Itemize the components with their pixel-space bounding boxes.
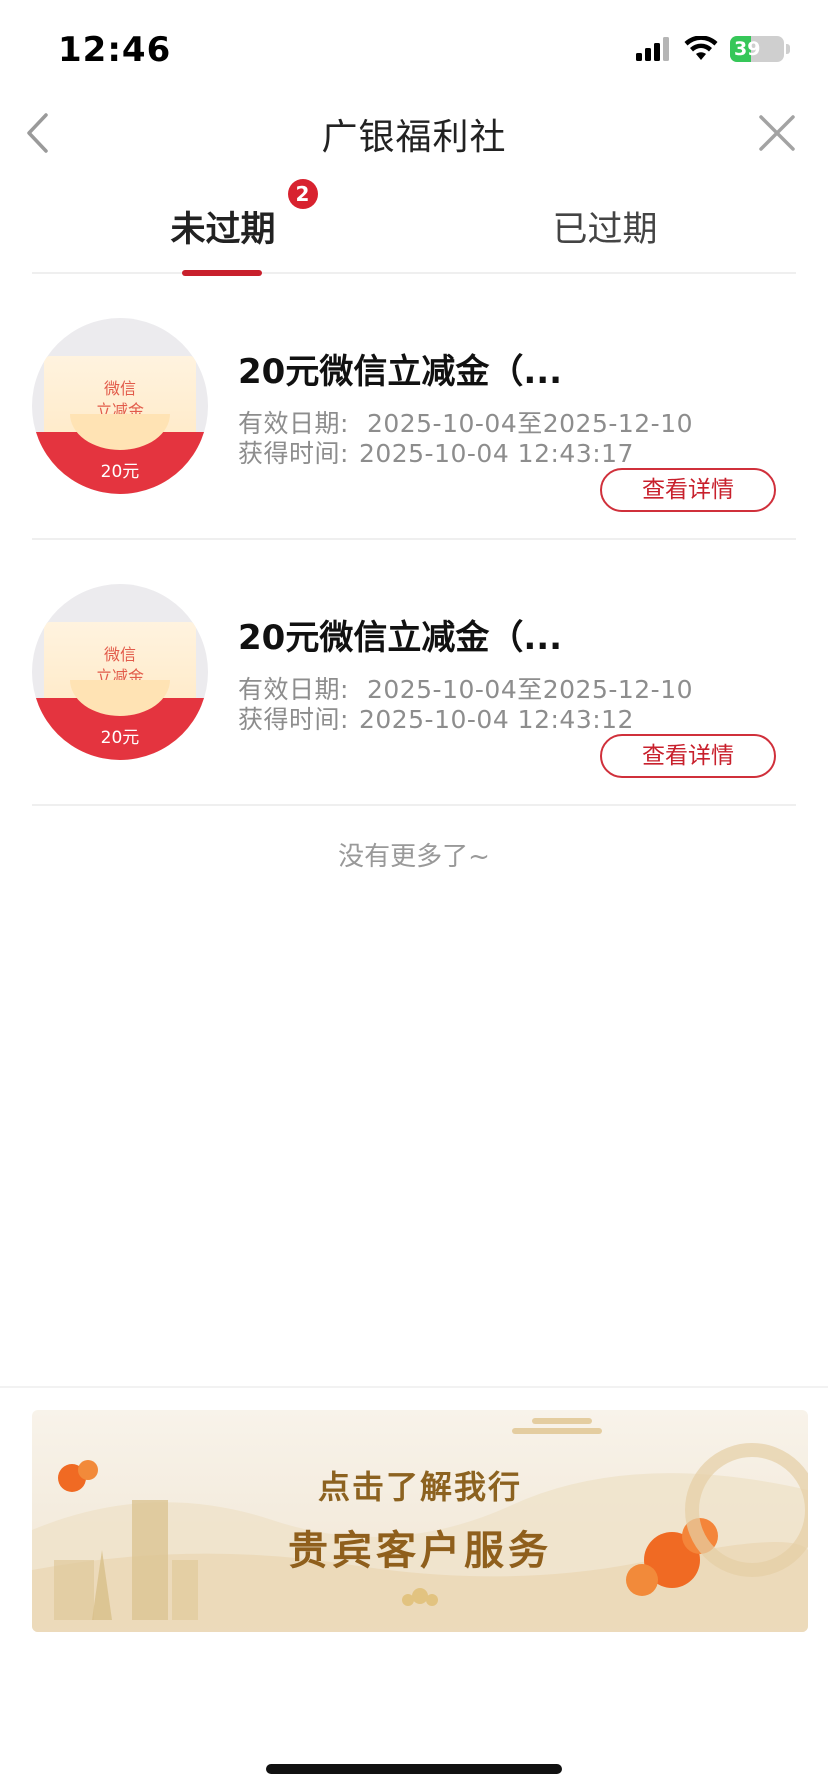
close-button[interactable] [750,106,804,160]
wifi-icon [684,36,718,60]
tab-unexpired[interactable]: 未过期 2 [32,170,414,276]
battery-nub [786,44,790,54]
footer-divider [0,1386,828,1388]
coupon-title: 20元微信立减金（... [238,352,563,392]
status-bar: 12:46 39 [0,0,828,96]
status-icons: 39 [636,34,790,64]
coupon-obtained-time: 获得时间: 2025-10-04 12:43:17 [238,434,634,470]
tab-unexpired-wrap: 未过期 2 [170,178,318,252]
tab-unexpired-label: 未过期 [170,209,276,250]
obtained-time-label: 获得时间: [238,705,349,734]
tab-bar: 未过期 2 已过期 [32,170,796,276]
tab-expired[interactable]: 已过期 [414,170,796,274]
coupon-title: 20元微信立减金（... [238,618,563,658]
vip-service-banner[interactable]: 点击了解我行 贵宾客户服务 [32,1410,808,1632]
obtained-time-label: 获得时间: [238,439,349,468]
signal-icon [636,37,669,61]
coupon-item[interactable]: 微信 立减金 20元 20元微信立减金（... 有效日期: 2025-10-04至… [32,540,796,806]
thumb-line-1: 微信 [103,645,136,664]
view-details-button[interactable]: 查看详情 [600,734,776,778]
thumb-amount: 20元 [100,728,140,748]
coupon-thumbnail: 微信 立减金 20元 [32,584,208,760]
coupon-thumbnail: 微信 立减金 20元 [32,318,208,494]
page-title: 广银福利社 [321,117,507,158]
unread-count-badge: 2 [287,178,318,209]
battery-percent: 39 [734,38,761,60]
close-icon [759,115,795,151]
list-end-text: 没有更多了~ [338,842,490,872]
thumb-line-1: 微信 [103,379,136,398]
tab-expired-label: 已过期 [552,209,658,250]
coupon-item[interactable]: 微信 立减金 20元 20元微信立减金（... 有效日期: 2025-10-04至… [32,274,796,540]
coupon-obtained-time: 获得时间: 2025-10-04 12:43:12 [238,700,634,736]
obtained-time-value: 2025-10-04 12:43:12 [358,705,634,734]
nav-bar: 广银福利社 [0,96,828,170]
tab-expired-wrap: 已过期 [552,201,657,252]
home-indicator [266,1764,562,1774]
battery-icon: 39 [730,36,784,62]
thumb-amount: 20元 [100,462,140,482]
banner-line-1: 点击了解我行 [317,1468,522,1506]
obtained-time-value: 2025-10-04 12:43:17 [358,439,634,468]
status-time: 12:46 [58,30,172,70]
view-details-button[interactable]: 查看详情 [600,468,776,512]
banner-line-2: 贵宾客户服务 [288,1527,552,1574]
